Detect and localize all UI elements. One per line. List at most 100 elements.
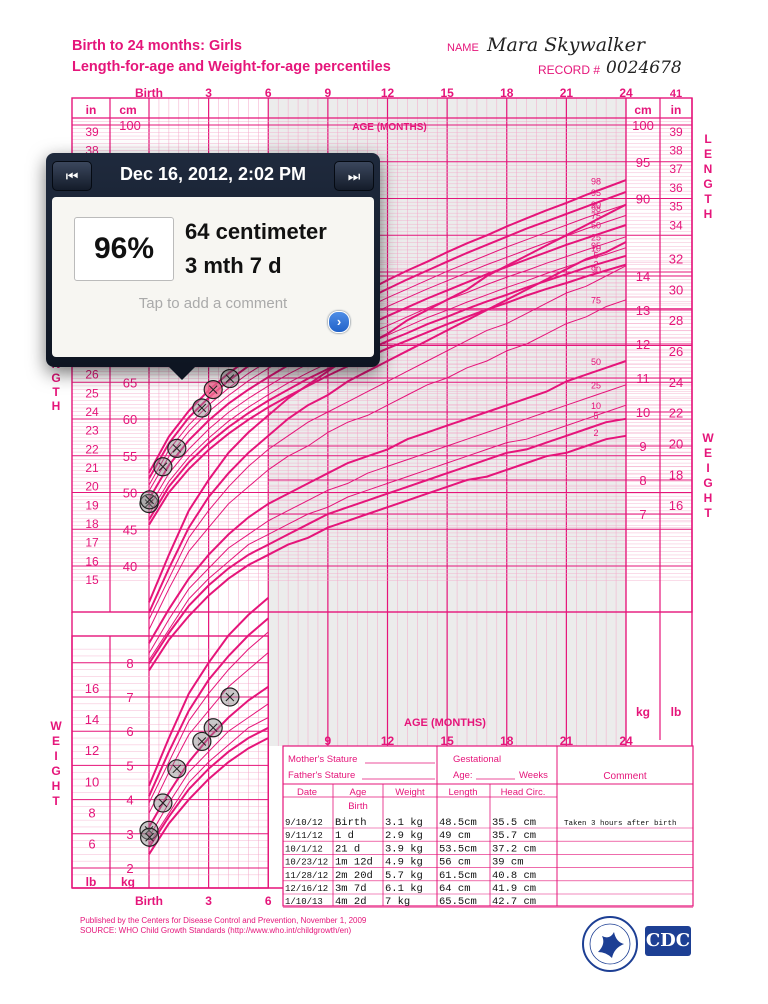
table-cell-head: 37.2 cm xyxy=(492,843,536,855)
left-length-inch-tick: 39 xyxy=(85,125,99,139)
table-cell-age: 2m 20d xyxy=(335,870,373,882)
age-axis-label-mid: AGE (MONTHS) xyxy=(404,717,486,729)
growth-chart[interactable]: Birth 3 6 9 12 15 18 21 24 41AGE (MONTHS)in cm cm in… xyxy=(0,0,768,1004)
left-length-inch-tick: 22 xyxy=(85,442,99,456)
comment-field[interactable]: Tap to add a comment xyxy=(52,295,374,312)
table-cell-age: 3m 7d xyxy=(335,883,367,895)
left-weight-kg-tick: 3 xyxy=(126,827,133,842)
table-cell-weight: 6.1 kg xyxy=(385,883,423,895)
popover-arrow xyxy=(168,366,196,380)
mid-age-tick: 12 xyxy=(381,734,395,748)
weight-side-label: I xyxy=(706,461,709,475)
left-weight-kg-tick: 5 xyxy=(126,758,133,773)
table-cell-date: 1/10/13 xyxy=(285,897,323,907)
chart-subtitle: Length-for-age and Weight-for-age percen… xyxy=(72,59,391,75)
weight-percentile-label: 75 xyxy=(591,296,601,306)
mid-age-tick: 24 xyxy=(619,734,633,748)
table-column-header: Age xyxy=(350,787,367,798)
mothers-stature-label: Mother's Stature xyxy=(288,754,357,765)
fathers-stature-label: Father's Stature xyxy=(288,770,355,781)
right-weight-kg-tick: 11 xyxy=(636,371,650,386)
right-length-inch-tick: 36 xyxy=(669,181,683,195)
bottom-age-tick: 6 xyxy=(265,894,272,908)
table-cell-weight: 4.9 kg xyxy=(385,857,423,869)
left-length-inch-tick: 18 xyxy=(85,517,99,531)
right-weight-lb-tick: 16 xyxy=(669,498,683,513)
length-side-label: H xyxy=(704,207,713,221)
top-age-tick: 18 xyxy=(500,86,514,100)
next-measurement-button[interactable]: ⏭ xyxy=(334,161,374,191)
weight-percentile-label: 90 xyxy=(591,265,601,275)
weight-side-label: W xyxy=(702,431,714,445)
hhs-seal-icon xyxy=(582,916,638,972)
bottom-birth-label: Birth xyxy=(135,894,163,908)
left-length-inch-tick: 26 xyxy=(85,368,99,382)
weight-percentile-label: 10 xyxy=(591,401,601,411)
patient-name[interactable]: Mara Skywalker xyxy=(487,34,645,56)
chart-title: Birth to 24 months: Girls xyxy=(72,38,242,54)
top-age-tick: 12 xyxy=(381,86,395,100)
gestational-age-label: Age: xyxy=(453,770,473,781)
left-weight-lb-tick: 6 xyxy=(88,836,95,851)
right-weight-kg-tick: 13 xyxy=(636,303,650,318)
detail-disclosure-button[interactable]: › xyxy=(328,311,350,333)
comment-header: Comment xyxy=(603,771,647,782)
length-side-label: G xyxy=(703,177,712,191)
left-length-inch-tick: 21 xyxy=(85,461,99,475)
right-weight-kg-tick: 12 xyxy=(636,337,650,352)
length-unit-in: in xyxy=(86,103,97,117)
table-cell-head: 42.7 cm xyxy=(492,896,536,908)
weight-unit-lb: lb xyxy=(86,875,97,889)
left-length-inch-tick: 19 xyxy=(85,498,99,512)
length-percentile-label: 50 xyxy=(591,221,601,231)
left-length-cm-tick: 100 xyxy=(119,118,141,133)
bottom-age-tick: 3 xyxy=(205,894,212,908)
mid-age-tick: 15 xyxy=(440,734,454,748)
right-length-inch-tick: 39 xyxy=(669,125,683,139)
weight-side-label-left: I xyxy=(54,749,57,763)
table-cell-weight: 3.1 kg xyxy=(385,817,423,829)
weight-percentile-label: 2 xyxy=(593,428,598,438)
weight-side-label: H xyxy=(704,491,713,505)
left-weight-kg-tick: 2 xyxy=(126,861,133,876)
table-cell-age: 21 d xyxy=(335,843,360,855)
right-length-inch-tick: 35 xyxy=(669,200,683,214)
left-length-inch-tick: 23 xyxy=(85,424,99,438)
table-cell-head: 35.7 cm xyxy=(492,830,536,842)
weight-percentile-label: 98 xyxy=(591,204,601,214)
table-cell-weight: 5.7 kg xyxy=(385,870,423,882)
right-weight-kg-tick: 8 xyxy=(639,473,646,488)
table-cell-weight: 3.9 kg xyxy=(385,843,423,855)
right-weight-kg-tick: 9 xyxy=(639,439,646,454)
length-side-label-left: H xyxy=(52,399,61,413)
table-cell-length: 56 cm xyxy=(439,857,471,869)
length-unit-cm-right: cm xyxy=(634,103,651,117)
footer-source: SOURCE: WHO Child Growth Standards (http… xyxy=(80,926,352,935)
table-cell-length: 48.5cm xyxy=(439,817,477,829)
gestational-label: Gestational xyxy=(453,754,501,765)
percentile-value: 96% xyxy=(74,217,174,281)
left-weight-lb-tick: 8 xyxy=(88,805,95,820)
weight-percentile-label: 25 xyxy=(591,381,601,391)
top-age-tick: 24 xyxy=(619,86,633,100)
table-cell-head: 40.8 cm xyxy=(492,870,536,882)
left-length-cm-tick: 50 xyxy=(123,486,137,501)
table-column-header: Weight xyxy=(395,787,425,798)
right-weight-lb-tick: 26 xyxy=(669,344,683,359)
record-number[interactable]: 0024678 xyxy=(606,58,682,78)
measurement-age: 3 mth 7 d xyxy=(185,253,282,278)
table-cell-weight: 7 kg xyxy=(385,896,410,908)
top-age-tick: 9 xyxy=(325,86,332,100)
table-column-header: Date xyxy=(297,787,317,798)
table-column-header: Length xyxy=(448,787,477,798)
right-length-inch-tick: 34 xyxy=(669,218,683,232)
weight-percentile-label: 5 xyxy=(593,411,598,421)
footer-publisher: Published by the Centers for Disease Con… xyxy=(80,916,367,925)
left-length-inch-tick: 25 xyxy=(85,386,99,400)
right-length-cm-tick: 95 xyxy=(636,155,650,170)
cdc-logo: CDC xyxy=(645,926,691,956)
weight-percentile-label: 50 xyxy=(591,357,601,367)
measurement-value: 64 centimeter xyxy=(185,219,327,244)
left-length-cm-tick: 55 xyxy=(123,449,137,464)
table-cell-age: 4m 2d xyxy=(335,896,367,908)
